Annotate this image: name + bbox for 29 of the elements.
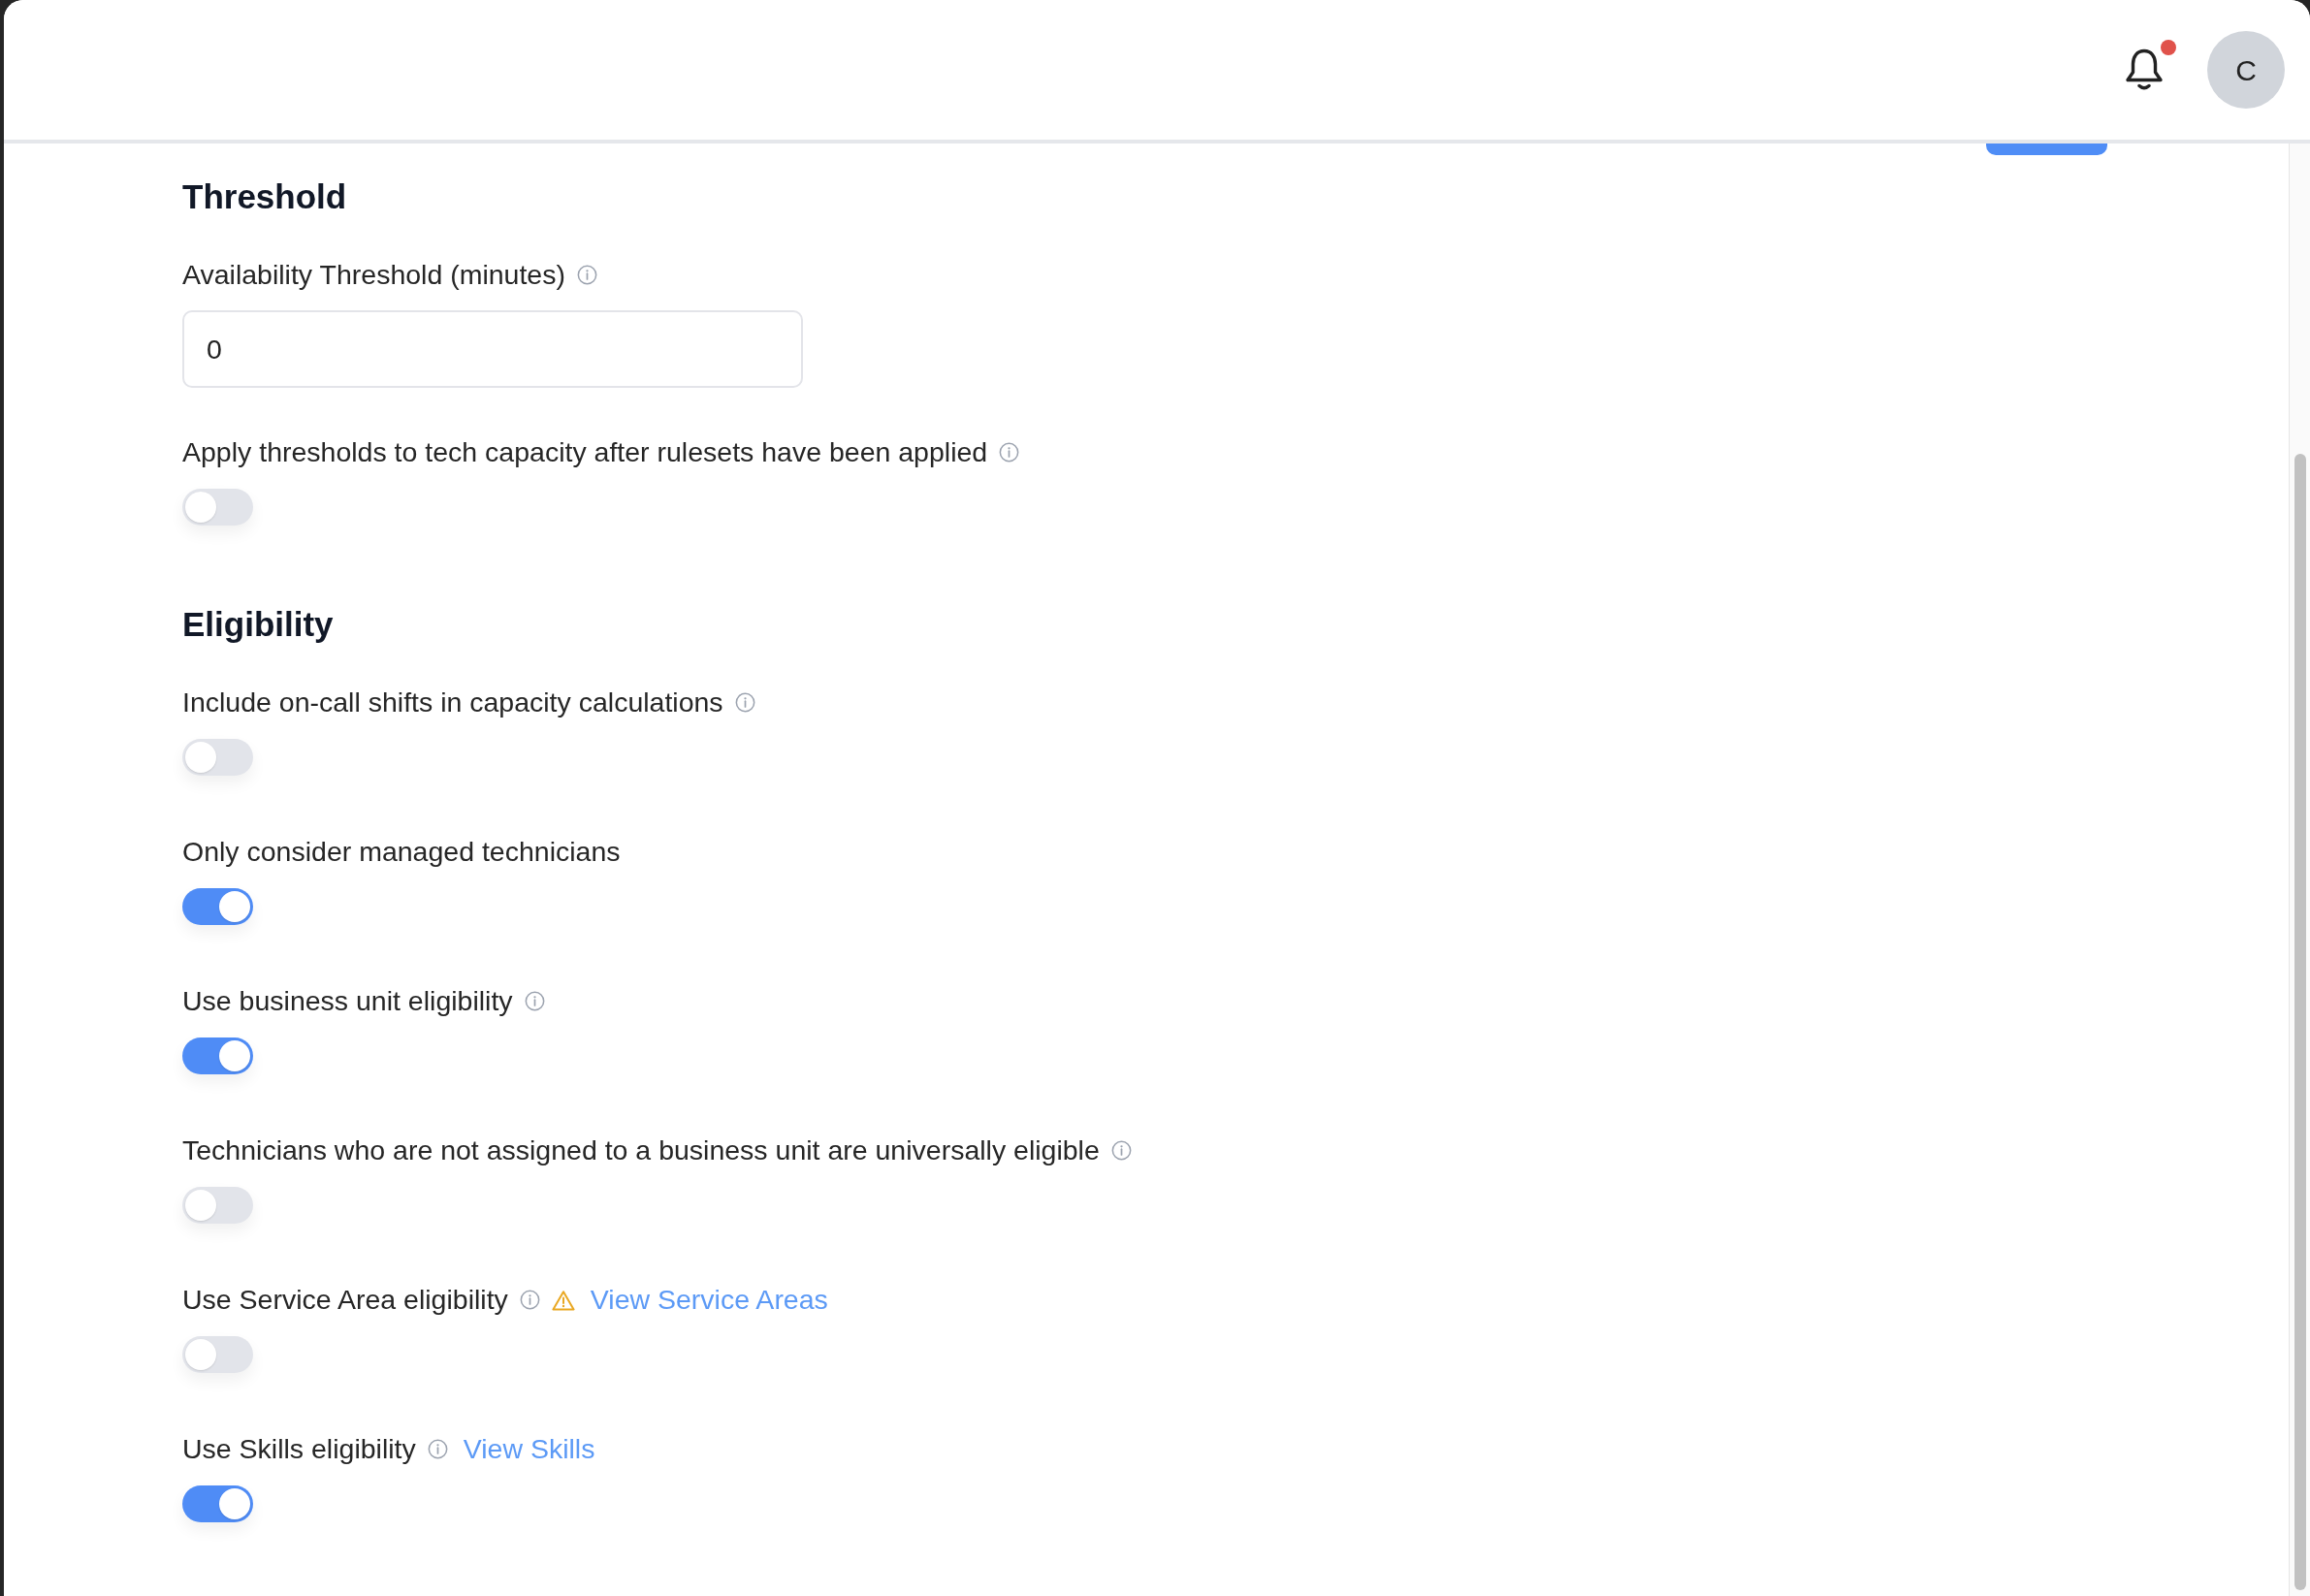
bell-icon[interactable] [2124, 48, 2165, 92]
info-icon[interactable] [734, 692, 755, 713]
toggle-switch[interactable] [182, 1037, 253, 1074]
info-icon[interactable] [524, 991, 545, 1011]
scrollbar-thumb[interactable] [2294, 454, 2306, 1590]
toggle-switch[interactable] [182, 1336, 253, 1373]
field-label: Use Service Area eligibility [182, 1283, 508, 1317]
info-icon[interactable] [519, 1290, 540, 1310]
toggle-switch[interactable] [182, 739, 253, 776]
toggle-switch[interactable] [182, 1187, 253, 1224]
partial-button[interactable] [1986, 144, 2107, 155]
field-label: Include on-call shifts in capacity calculations [182, 686, 723, 719]
toggle-switch[interactable] [182, 888, 253, 925]
section-heading: Eligibility [182, 604, 334, 644]
avatar[interactable]: C [2207, 31, 2285, 109]
info-icon[interactable] [427, 1439, 448, 1459]
toggle-switch[interactable] [182, 1485, 253, 1522]
toggle-switch[interactable] [182, 489, 253, 526]
field-label: Apply thresholds to tech capacity after rulesets have been applied [182, 435, 988, 469]
field-label: Use business unit eligibility [182, 984, 513, 1018]
section-heading: Threshold [182, 176, 347, 216]
info-icon[interactable] [999, 442, 1020, 463]
info-icon[interactable] [576, 265, 597, 285]
field-label: Use Skills eligibility [182, 1432, 416, 1466]
info-icon[interactable] [1110, 1140, 1132, 1161]
field-label: Technicians who are not assigned to a business unit are universally eligible [182, 1133, 1100, 1167]
number-field[interactable]: 0 [182, 310, 803, 388]
field-label: Availability Threshold (minutes) [182, 258, 565, 292]
field-label: Only consider managed technicians [182, 835, 621, 869]
